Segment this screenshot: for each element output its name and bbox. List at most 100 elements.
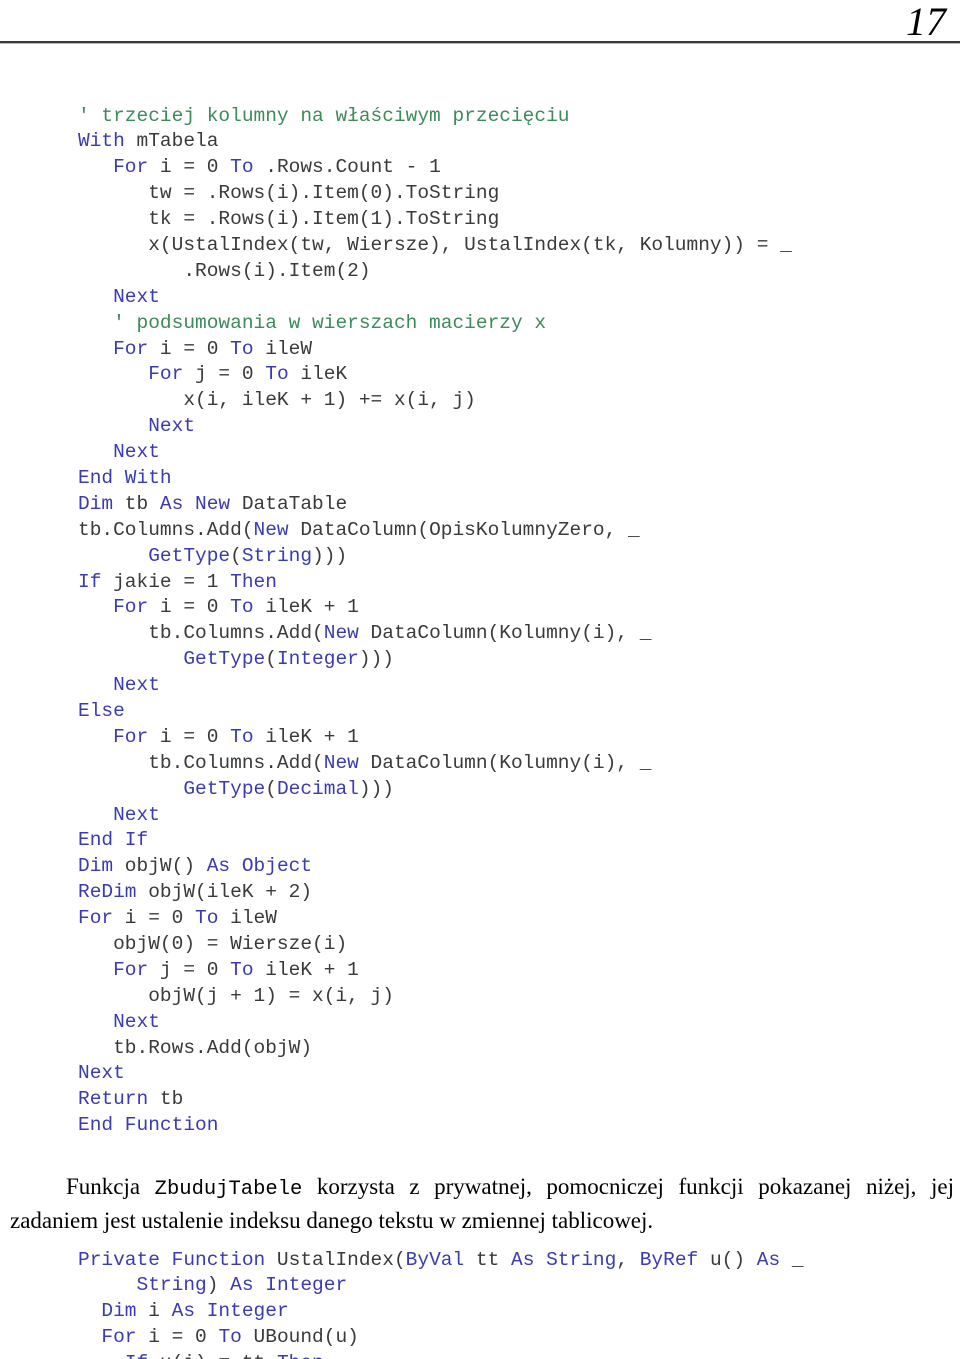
code-line: GetType(Integer))) <box>0 647 960 673</box>
code-line: GetType(String))) <box>0 544 960 570</box>
code-token-id: objW(0) = Wiersze(i) <box>78 933 348 955</box>
code-line: tw = .Rows(i).Item(0).ToString <box>0 181 960 207</box>
code-token-id <box>78 726 113 748</box>
code-token-id: UstalIndex( <box>265 1248 406 1271</box>
code-token-id: DataColumn(OpisKolumnyZero, _ <box>288 518 640 541</box>
code-token-id <box>78 959 113 981</box>
code-token-kw: For <box>113 725 149 748</box>
code-token-kw: For <box>113 958 149 981</box>
code-token-kw: For <box>113 596 149 619</box>
code-token-id: DataColumn(Kolumny(i), _ <box>358 622 652 645</box>
code-token-id: i = 0 <box>148 596 231 619</box>
code-token-id: DataColumn(Kolumny(i), _ <box>358 751 652 774</box>
code-line: Else <box>0 699 960 725</box>
code-line: End With <box>0 466 960 492</box>
code-token-kw: If <box>125 1352 148 1359</box>
code-token-kw: For <box>101 1326 137 1349</box>
code-token-id: x(UstalIndex(tw, Wiersze), UstalIndex(tk… <box>78 233 792 256</box>
code-line: Next <box>0 1010 960 1036</box>
code-token-id <box>78 778 183 800</box>
code-token-id <box>78 1326 101 1348</box>
code-line: For i = 0 To .Rows.Count - 1 <box>0 155 960 181</box>
code-token-kw: End Function <box>78 1114 219 1137</box>
code-token-kw: As Integer <box>171 1300 289 1323</box>
code-token-kw: As Object <box>206 855 313 878</box>
code-token-id: u() <box>698 1248 757 1271</box>
code-token-id: ileK + 1 <box>253 958 359 981</box>
code-token-id: ileK + 1 <box>253 596 359 619</box>
code-token-kw: As <box>756 1248 781 1271</box>
code-token-id <box>78 441 113 463</box>
code-token-id: , <box>616 1248 640 1271</box>
code-token-id <box>78 156 113 178</box>
code-token-id: ( <box>265 648 277 671</box>
code-line: tb.Columns.Add(New DataColumn(OpisKolumn… <box>0 518 960 544</box>
code-token-cmt: ' trzeciej kolumny na właściwym przecięc… <box>78 104 570 127</box>
code-block-zbuduj-tabele: ' trzeciej kolumny na właściwym przecięc… <box>0 104 960 1140</box>
code-token-kw: Return <box>78 1088 149 1111</box>
code-line: ' trzeciej kolumny na właściwym przecięc… <box>0 104 960 130</box>
code-token-id <box>78 545 148 567</box>
code-token-id <box>78 804 113 826</box>
code-token-kw: Next <box>113 803 160 826</box>
code-token-cmt: ' podsumowania w wierszach macierzy x <box>113 311 547 334</box>
code-line: Next <box>0 1061 960 1087</box>
code-token-id: tb.Columns.Add( <box>78 751 324 774</box>
code-line: tk = .Rows(i).Item(1).ToString <box>0 207 960 233</box>
code-token-id: UBound(u) <box>241 1326 359 1349</box>
code-token-kw: New <box>253 518 289 541</box>
code-token-id: DataTable <box>230 492 348 515</box>
code-token-kw: If <box>78 570 102 593</box>
code-token-id: ))) <box>358 777 394 800</box>
code-token-kw: Else <box>78 699 125 722</box>
code-token-kw: New <box>323 751 359 774</box>
code-token-id <box>78 1011 113 1033</box>
code-line: With mTabela <box>0 129 960 155</box>
code-token-id: objW(j + 1) = x(i, j) <box>78 984 394 1007</box>
code-line: Private Function UstalIndex(ByVal tt As … <box>0 1248 960 1274</box>
code-token-kw: GetType <box>148 544 231 567</box>
code-token-kw: To <box>195 907 219 930</box>
code-token-id <box>78 415 148 437</box>
code-token-id: tb.Columns.Add( <box>78 518 254 541</box>
code-token-id: objW() <box>113 855 207 878</box>
document-page: 17 ' trzeciej kolumny na właściwym przec… <box>0 0 960 1359</box>
code-line: ' podsumowania w wierszach macierzy x <box>0 311 960 337</box>
code-token-kw: Then <box>277 1352 324 1359</box>
code-line: For i = 0 To UBound(u) <box>0 1325 960 1351</box>
code-token-kw: End With <box>78 466 172 489</box>
code-token-kw: To <box>230 156 254 179</box>
code-token-kw: For <box>148 363 184 386</box>
code-token-id: mTabela <box>124 130 219 153</box>
code-token-kw: For <box>78 907 114 930</box>
code-token-id: i = 0 <box>136 1326 219 1349</box>
code-line: For j = 0 To ileK + 1 <box>0 958 960 984</box>
code-token-id <box>78 363 148 385</box>
page-number: 17 <box>906 0 946 44</box>
code-line: tb.Rows.Add(objW) <box>0 1036 960 1062</box>
code-token-kw: Then <box>230 570 277 593</box>
code-token-id: i = 0 <box>148 337 231 360</box>
code-token-kw: ByVal <box>405 1248 465 1271</box>
code-token-id <box>78 286 113 308</box>
code-token-id <box>78 1300 101 1322</box>
code-line: Next <box>0 803 960 829</box>
code-line: If jakie = 1 Then <box>0 570 960 596</box>
code-line: For i = 0 To ileW <box>0 906 960 932</box>
code-token-kw: GetType <box>183 648 266 671</box>
code-token-id: ) <box>206 1274 231 1297</box>
code-line: For j = 0 To ileK <box>0 362 960 388</box>
code-line: String) As Integer <box>0 1273 960 1299</box>
code-token-kw: To <box>230 725 254 748</box>
code-token-kw: Private Function <box>78 1248 266 1271</box>
code-token-id <box>78 312 113 334</box>
code-token-kw: Next <box>148 415 196 438</box>
code-token-id: ileW <box>218 907 277 930</box>
code-line: x(i, ileK + 1) += x(i, j) <box>0 388 960 414</box>
code-line: For i = 0 To ileK + 1 <box>0 595 960 621</box>
code-token-id: i = 0 <box>113 907 196 930</box>
code-token-id: x(i, ileK + 1) += x(i, j) <box>78 389 476 412</box>
code-block-ustal-index: Private Function UstalIndex(ByVal tt As … <box>0 1248 960 1359</box>
code-token-id: tw = .Rows(i).Item(0).ToString <box>78 182 500 205</box>
code-token-id: objW(ileK + 2) <box>136 881 313 904</box>
